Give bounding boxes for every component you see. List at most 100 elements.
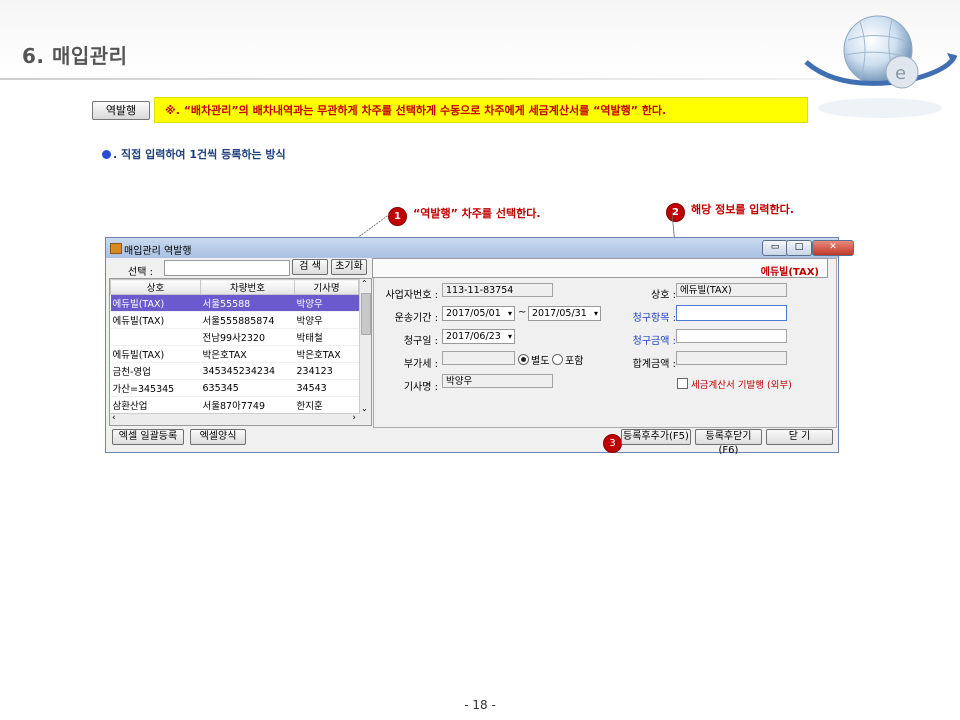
excel-template-button[interactable]: 엑셀양식 — [190, 429, 246, 445]
bizno-label: 사업자번호 : — [385, 290, 438, 301]
table-cell[interactable]: 박은호TAX — [200, 345, 295, 363]
table-cell[interactable]: 박양우 — [294, 294, 359, 312]
external-issued-checkbox[interactable]: 세금계산서 기발행 (외부) — [677, 377, 792, 391]
callout-2-text: 해당 정보를 입력한다. — [691, 203, 794, 216]
vat-option-separate-label: 별도 — [531, 356, 550, 367]
page-number: - 18 - — [464, 698, 496, 712]
company-label: 상호 : — [651, 290, 676, 301]
table-cell[interactable]: 에듀빌(TAX) — [110, 345, 201, 363]
grid-col-header[interactable]: 기사명 — [294, 279, 359, 295]
table-cell[interactable]: 서울555885874 — [200, 311, 295, 329]
table-cell[interactable]: 한지훈 — [294, 396, 359, 414]
claim-item-label: 청구항목 : — [632, 313, 676, 324]
bullet-dot-icon — [102, 150, 111, 159]
claim-item-field[interactable] — [676, 305, 787, 321]
calendar-dropdown-icon[interactable]: ▾ — [508, 330, 512, 344]
calendar-dropdown-icon[interactable]: ▾ — [508, 307, 512, 321]
vat-option-included-label: 포함 — [565, 356, 584, 367]
table-row[interactable]: 에듀빌(TAX) 박은호TAX 박은호TAX — [110, 345, 359, 363]
vat-option-separate[interactable]: 별도 — [518, 352, 549, 367]
save-and-close-button[interactable]: 등록후닫기(F6) — [695, 429, 762, 456]
table-row[interactable]: 에듀빌(TAX) 서울555885874 박양우 — [110, 311, 359, 329]
scroll-down-icon[interactable]: ⌄ — [361, 404, 368, 413]
table-cell[interactable]: 금천-영업 — [110, 362, 201, 380]
claim-date-field[interactable]: 2017/06/23 ▾ — [442, 329, 515, 344]
window-bottom-bar: 엑셀 일괄등록 엑셀양식 3 등록후추가(F5) 등록후닫기(F6) 닫 기 — [106, 428, 838, 456]
globe-logo-icon: e — [804, 15, 958, 118]
table-cell[interactable]: 전남99사2320 — [200, 328, 295, 346]
minimize-button[interactable]: ▭ — [762, 240, 788, 256]
callout-number: 2 — [666, 203, 685, 222]
table-cell[interactable]: 박양우 — [294, 311, 359, 329]
callout-2: 2 해당 정보를 입력한다. — [666, 201, 794, 222]
callout-1-text: “역발행” 차주를 선택한다. — [413, 207, 541, 220]
calendar-dropdown-icon[interactable]: ▾ — [594, 307, 598, 321]
grid-horizontal-scrollbar[interactable]: ‹ › — [110, 413, 360, 425]
table-cell[interactable]: 34543 — [294, 379, 359, 397]
checkbox-icon[interactable] — [677, 378, 688, 389]
driver-field[interactable]: 박양우 — [442, 374, 553, 388]
table-cell[interactable]: 삼환산업 — [110, 396, 201, 414]
company-field[interactable]: 에듀빌(TAX) — [676, 283, 787, 297]
note-banner: ※. “배차관리”의 배차내역과는 무관하게 차주를 선택하게 수동으로 차주에… — [154, 97, 808, 123]
total-amount-field[interactable] — [676, 351, 787, 365]
grid-col-header[interactable]: 상호 — [110, 279, 201, 295]
window-titlebar[interactable]: 매입관리 역발행 ▭ □ ✕ — [106, 238, 854, 258]
period-from-date[interactable]: 2017/05/01 ▾ — [442, 306, 515, 321]
reset-button[interactable]: 초기화 — [331, 259, 367, 275]
close-window-button[interactable]: ✕ — [812, 240, 854, 256]
table-row[interactable]: 금천-영업 345345234234 234123 — [110, 362, 359, 380]
claim-date-value: 2017/06/23 — [446, 331, 501, 342]
table-cell[interactable]: 가산=345345 — [110, 379, 201, 397]
table-cell[interactable]: 234123 — [294, 362, 359, 380]
callout-number: 3 — [603, 434, 622, 453]
page-title: 6. 매입관리 — [22, 44, 128, 68]
table-cell[interactable] — [110, 328, 201, 346]
grid-col-header[interactable]: 차량번호 — [200, 279, 295, 295]
table-row[interactable]: 에듀빌(TAX) 서울55588 박양우 — [110, 294, 359, 312]
period-label: 운송기간 : — [394, 313, 438, 324]
claim-date-label: 청구일 : — [403, 336, 438, 347]
table-row[interactable]: 전남99사2320 박태철 — [110, 328, 359, 346]
vehicle-owner-grid[interactable]: 상호 차량번호 기사명 에듀빌(TAX) 서울55588 박양우 에듀빌(TAX) 서울… — [109, 278, 372, 426]
select-label: 선택 : — [128, 267, 153, 278]
table-cell[interactable]: 에듀빌(TAX) — [110, 311, 201, 329]
search-button[interactable]: 검 색 — [292, 259, 328, 275]
table-cell[interactable]: 박은호TAX — [294, 345, 359, 363]
method-bullet-text: . 직접 입력하여 1건씩 등록하는 방식 — [113, 148, 286, 161]
vat-option-included[interactable]: 포함 — [552, 352, 583, 367]
callout-number: 1 — [388, 207, 407, 226]
grid-header-row: 상호 차량번호 기사명 — [110, 279, 359, 295]
scroll-right-icon[interactable]: › — [352, 413, 356, 423]
table-cell[interactable]: 345345234234 — [200, 362, 295, 380]
grid-vertical-scrollbar[interactable]: ⌃ ⌄ — [359, 279, 371, 425]
vat-field[interactable] — [442, 351, 515, 365]
table-cell[interactable]: 서울55588 — [200, 294, 295, 312]
vat-label: 부가세 : — [403, 359, 438, 370]
save-and-add-button[interactable]: 등록후추가(F5) — [621, 429, 691, 445]
bizno-field[interactable]: 113-11-83754 — [442, 283, 553, 297]
maximize-button[interactable]: □ — [786, 240, 812, 256]
table-cell[interactable]: 박태철 — [294, 328, 359, 346]
scroll-thumb[interactable] — [361, 293, 371, 335]
period-to-date[interactable]: 2017/05/31 ▾ — [528, 306, 601, 321]
select-input[interactable] — [164, 260, 290, 276]
table-cell[interactable]: 635345 — [200, 379, 295, 397]
radio-selected-icon[interactable] — [518, 354, 529, 365]
total-amount-label: 합계금액 : — [632, 359, 676, 370]
radio-unselected-icon[interactable] — [552, 354, 563, 365]
reverse-issue-tag-button[interactable]: 역발행 — [92, 101, 150, 120]
claim-amount-field[interactable] — [676, 329, 787, 343]
table-cell[interactable]: 서울87아7749 — [200, 396, 295, 414]
table-row[interactable]: 삼환산업 서울87아7749 한지훈 — [110, 396, 359, 414]
table-row[interactable]: 가산=345345 635345 34543 — [110, 379, 359, 397]
scroll-up-icon[interactable]: ⌃ — [361, 279, 368, 288]
excel-bulk-register-button[interactable]: 엑셀 일괄등록 — [112, 429, 184, 445]
reverse-issue-window: 매입관리 역발행 ▭ □ ✕ 선택 : 검 색 초기화 상호 차량번호 기사명 … — [105, 237, 854, 456]
detail-panel-header: 에듀빌(TAX) — [372, 258, 828, 278]
scroll-left-icon[interactable]: ‹ — [112, 413, 116, 423]
close-button[interactable]: 닫 기 — [766, 429, 833, 445]
table-cell[interactable]: 에듀빌(TAX) — [110, 294, 201, 312]
period-to-value: 2017/05/31 — [532, 308, 587, 319]
svg-text:e: e — [895, 63, 906, 84]
